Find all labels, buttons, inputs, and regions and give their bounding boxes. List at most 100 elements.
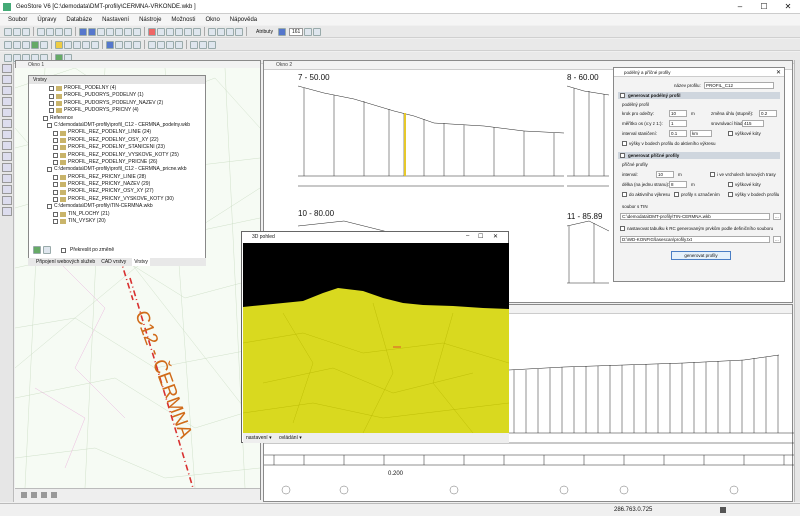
ortho-icon[interactable] <box>226 27 234 36</box>
profile-name-input[interactable]: PROFIL_C12 <box>704 82 774 89</box>
maximize-icon[interactable]: ☐ <box>752 0 776 14</box>
menu-nastaveni[interactable]: Nastavení <box>102 17 129 23</box>
delete-icon[interactable] <box>148 27 156 36</box>
rectangle-icon[interactable] <box>124 27 132 36</box>
color-picker-icon[interactable] <box>277 27 286 36</box>
menu-databaze[interactable]: Databáze <box>66 17 92 23</box>
nav-last-icon[interactable] <box>51 492 57 498</box>
raster-icon[interactable] <box>190 40 198 49</box>
select-icon[interactable] <box>106 40 114 49</box>
minimize-icon[interactable]: – <box>728 0 752 14</box>
export-icon[interactable] <box>208 40 216 49</box>
3d-close-icon[interactable]: ✕ <box>493 233 498 240</box>
3d-view-icon[interactable] <box>175 40 183 49</box>
paste-icon[interactable] <box>55 27 63 36</box>
table-path-input[interactable]: D:\WD-KONFIG\lasescan\profily.txt <box>620 236 770 243</box>
split-icon[interactable] <box>91 40 99 49</box>
open-icon[interactable] <box>13 27 21 36</box>
text-icon[interactable] <box>97 27 105 36</box>
tool-move-icon[interactable] <box>2 174 12 183</box>
tin-path-input[interactable]: C:\demodata\DMT-profily\TIN-CERMNA.wkb <box>620 213 770 220</box>
move-icon[interactable] <box>157 27 165 36</box>
3d-maximize-icon[interactable]: ☐ <box>478 233 483 240</box>
select-window-icon[interactable] <box>115 40 123 49</box>
join-icon[interactable] <box>82 40 90 49</box>
contour-icon[interactable] <box>157 40 165 49</box>
3d-minimize-icon[interactable]: – <box>466 233 469 239</box>
tool-delete-icon[interactable] <box>2 152 12 161</box>
angle-input[interactable]: 0.2 <box>759 110 777 117</box>
tool-measure-icon[interactable] <box>2 196 12 205</box>
layer-row[interactable]: PROFIL_REZ_PODELNY_VYSKOVE_KOTY (25) <box>43 152 205 159</box>
area-icon[interactable] <box>31 40 39 49</box>
to-active-checkbox[interactable] <box>622 192 627 197</box>
layer-row[interactable]: PROFIL_REZ_PODELNY_OSY_XY (22) <box>43 137 205 144</box>
mirror-icon[interactable] <box>184 27 192 36</box>
grid-icon[interactable] <box>217 27 225 36</box>
step-input[interactable]: 10 <box>669 110 687 117</box>
reference-file[interactable]: C:\demodata\DMT-profily\profil_C12 - CER… <box>43 166 205 173</box>
menu-moznosti[interactable]: Možnosti <box>171 17 195 23</box>
rotate-icon[interactable] <box>166 27 174 36</box>
layer-props-icon[interactable] <box>43 246 51 254</box>
menu-upravy[interactable]: Úpravy <box>37 17 56 23</box>
line-icon[interactable] <box>106 27 114 36</box>
tool-text-icon[interactable] <box>2 119 12 128</box>
filter-icon[interactable] <box>124 40 132 49</box>
tool-line-icon[interactable] <box>2 86 12 95</box>
cross-interval-input[interactable]: 10 <box>656 171 674 178</box>
cross-elev-checkbox[interactable] <box>728 182 733 187</box>
reference-file[interactable]: C:\demodata\DMT-profily\profil_C12 - CER… <box>43 122 205 129</box>
interval-unit-select[interactable]: km <box>690 130 712 137</box>
layer-row[interactable]: PROFIL_REZ_PRICNY_OSY_XY (27) <box>43 188 205 195</box>
layer-row[interactable]: PROFIL_REZ_PODELNY_PRICNE (26) <box>43 159 205 166</box>
layer-row[interactable]: PROFIL_PODELNY (4) <box>43 85 205 92</box>
layer-row[interactable]: PROFIL_REZ_PRICNY_LINIE (28) <box>43 174 205 181</box>
undo-icon[interactable] <box>79 27 87 36</box>
cut-icon[interactable] <box>37 27 45 36</box>
tool-copy-icon[interactable] <box>2 163 12 172</box>
elevation-dims-checkbox[interactable] <box>728 131 733 136</box>
gen-longitudinal-checkbox[interactable] <box>620 93 625 98</box>
redo-icon[interactable] <box>88 27 96 36</box>
add-layer-icon[interactable] <box>33 246 41 254</box>
save-icon[interactable] <box>22 27 30 36</box>
dimension-icon[interactable] <box>64 40 72 49</box>
info-icon[interactable] <box>133 40 141 49</box>
layer-row[interactable]: PROFIL_REZ_PRICNY_NAZEV (29) <box>43 181 205 188</box>
layer-row[interactable]: PROFIL_PUDORYS_PRICNY (4) <box>43 107 205 114</box>
scale-icon[interactable] <box>175 27 183 36</box>
redraw-checkbox[interactable] <box>61 247 66 253</box>
tin-icon[interactable] <box>148 40 156 49</box>
menu-nastroje[interactable]: Nástroje <box>139 17 161 23</box>
heights-active-checkbox[interactable] <box>622 141 627 146</box>
polyline-icon[interactable] <box>115 27 123 36</box>
menu-napoveda[interactable]: Nápověda <box>230 17 257 23</box>
tool-select-icon[interactable] <box>2 64 12 73</box>
nav-next-icon[interactable] <box>41 492 47 498</box>
menu-okno[interactable]: Okno <box>205 17 219 23</box>
labeled-profiles-checkbox[interactable] <box>674 192 679 197</box>
layer-row[interactable]: PROFIL_PUDORYS_PODELNY (1) <box>43 92 205 99</box>
axis-scale-input[interactable]: 1 <box>669 120 687 127</box>
linetype-icon[interactable] <box>304 27 313 36</box>
width-field[interactable]: 161 <box>288 27 304 36</box>
layer-row[interactable]: PROFIL_PUDORYS_PODELNY_NAZEV (2) <box>43 100 205 107</box>
layer-row[interactable]: TIN_PLOCHY (21) <box>43 211 205 218</box>
tool-info-icon[interactable] <box>2 207 12 216</box>
layer-row[interactable]: TIN_VYSKY (20) <box>43 218 205 225</box>
vertices-checkbox[interactable] <box>710 172 715 177</box>
table-checkbox[interactable] <box>620 226 625 231</box>
tab-layers[interactable]: Vrstvy <box>132 258 150 266</box>
3d-controls-menu[interactable]: ovládání ▾ <box>279 435 302 441</box>
tool-symbol-icon[interactable] <box>2 130 12 139</box>
tab-cad-layers[interactable]: CAD vrstvy <box>101 258 126 266</box>
layer-row[interactable]: PROFIL_REZ_PRICNY_VYSKOVE_KOTY (30) <box>43 196 205 203</box>
profile-icon[interactable] <box>166 40 174 49</box>
tool-rotate-icon[interactable] <box>2 185 12 194</box>
segment-icon[interactable] <box>13 40 21 49</box>
point-icon[interactable] <box>4 40 12 49</box>
reference-file[interactable]: C:\demodata\DMT-profily\TIN-CERMNA.wkb <box>43 203 205 210</box>
zoom-in-icon[interactable] <box>4 53 12 62</box>
table-browse-button[interactable]: ... <box>773 236 781 243</box>
